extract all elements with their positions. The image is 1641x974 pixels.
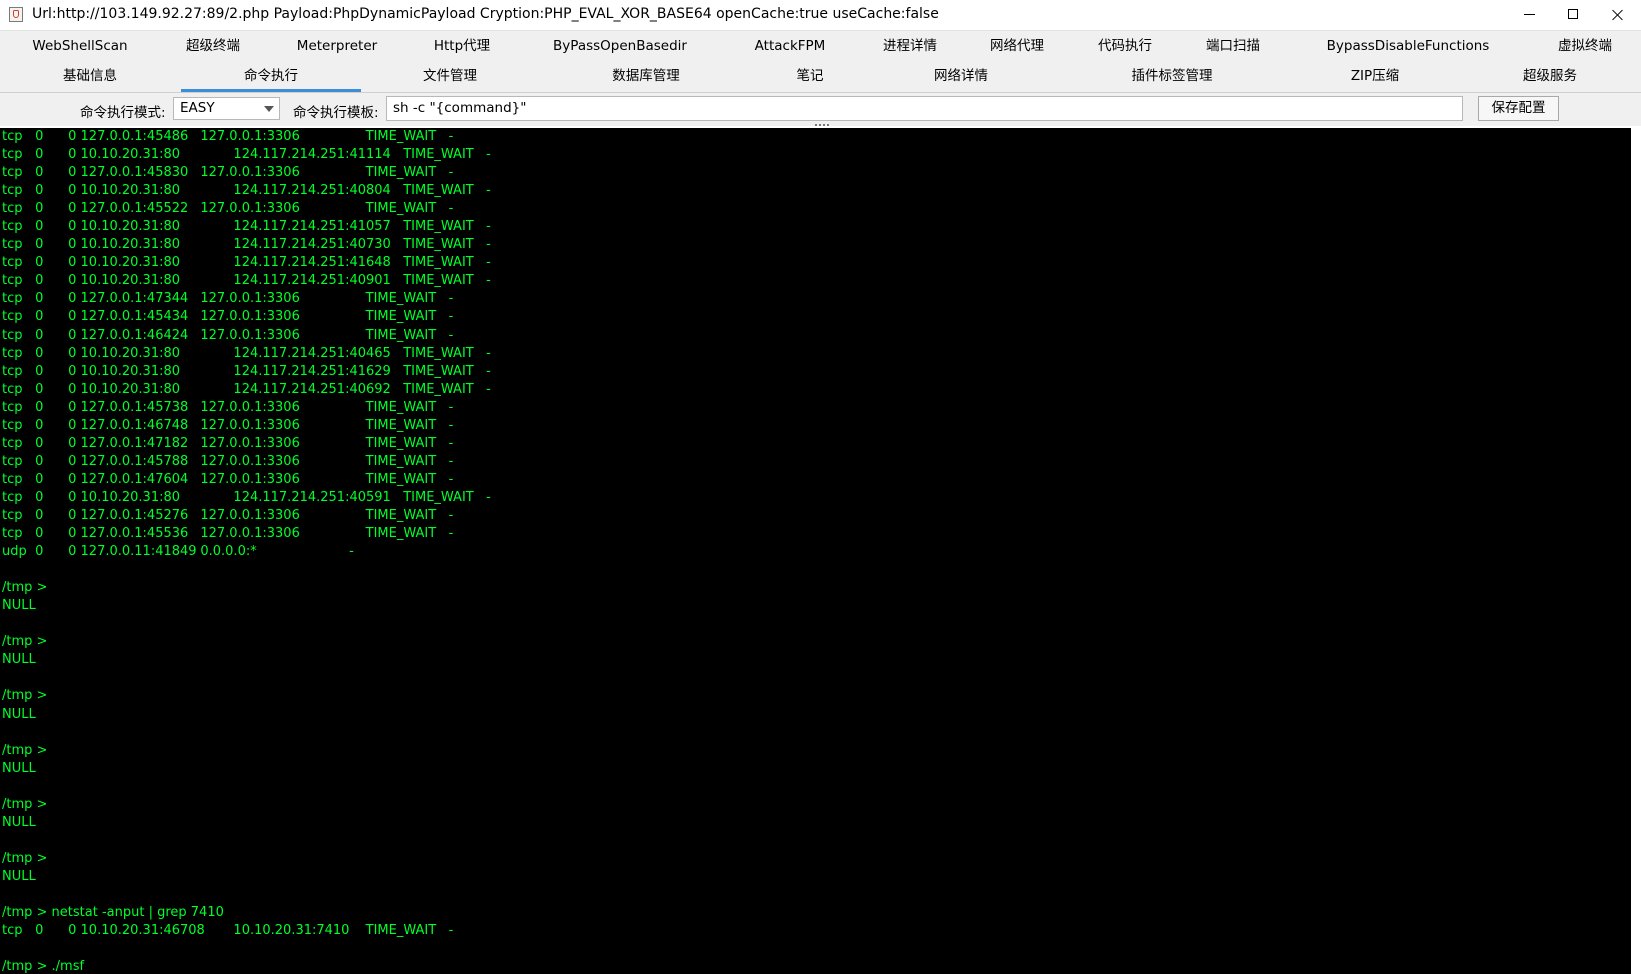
terminal-line: NULL (2, 868, 36, 884)
minimize-icon[interactable] (1508, 0, 1552, 30)
tab-plugin-tag-manager[interactable]: 插件标签管理 (1112, 61, 1232, 92)
tab-bypass-openbasedir[interactable]: ByPassOpenBasedir (545, 31, 695, 62)
tab-file-manager[interactable]: 文件管理 (400, 61, 500, 92)
terminal-line: NULL (2, 760, 36, 776)
terminal-output[interactable]: tcp 0 0 127.0.0.1:45486 127.0.0.1:3306 T… (0, 128, 1631, 974)
terminal-line: /tmp > (2, 688, 48, 704)
terminal-line: /tmp > (2, 580, 48, 596)
terminal-line: NULL (2, 814, 36, 830)
terminal-line: tcp 0 0 127.0.0.1:45434 127.0.0.1:3306 T… (2, 309, 454, 325)
title-bar: Url:http://103.149.92.27:89/2.php Payloa… (0, 0, 1641, 30)
terminal-line: tcp 0 0 10.10.20.31:80 124.117.214.251:4… (2, 273, 491, 289)
terminal-line: tcp 0 0 10.10.20.31:80 124.117.214.251:4… (2, 183, 491, 199)
terminal-line: tcp 0 0 10.10.20.31:80 124.117.214.251:4… (2, 255, 491, 271)
terminal-line: tcp 0 0 10.10.20.31:80 124.117.214.251:4… (2, 363, 491, 379)
tab-super-service[interactable]: 超级服务 (1500, 61, 1600, 92)
terminal-line: tcp 0 0 127.0.0.1:45788 127.0.0.1:3306 T… (2, 453, 454, 469)
command-config-bar: 命令执行模式: EASY 命令执行模板: sh -c "{command}" 保… (0, 93, 1641, 126)
maximize-icon[interactable] (1552, 0, 1596, 30)
exec-mode-label: 命令执行模式: (80, 105, 166, 121)
tab-virtual-terminal[interactable]: 虚拟终端 (1540, 31, 1630, 62)
terminal-line: tcp 0 0 127.0.0.1:46424 127.0.0.1:3306 T… (2, 327, 454, 343)
terminal-line: /tmp > netstat -anput | grep 7410 (2, 905, 224, 921)
terminal-line: tcp 0 0 127.0.0.1:45522 127.0.0.1:3306 T… (2, 201, 454, 217)
terminal-line: tcp 0 0 127.0.0.1:45536 127.0.0.1:3306 T… (2, 526, 454, 542)
window-title: Url:http://103.149.92.27:89/2.php Payloa… (32, 6, 939, 22)
terminal-line: NULL (2, 598, 36, 614)
terminal-line: tcp 0 0 127.0.0.1:45276 127.0.0.1:3306 T… (2, 507, 454, 523)
tab-command-execution[interactable]: 命令执行 (181, 61, 361, 92)
terminal-line: tcp 0 0 10.10.20.31:46708 10.10.20.31:74… (2, 923, 454, 939)
terminal-line: tcp 0 0 127.0.0.1:45738 127.0.0.1:3306 T… (2, 399, 454, 415)
terminal-line: tcp 0 0 127.0.0.1:47604 127.0.0.1:3306 T… (2, 471, 454, 487)
terminal-line: tcp 0 0 127.0.0.1:46748 127.0.0.1:3306 T… (2, 417, 454, 433)
main-tab-row: 基础信息 命令执行 文件管理 数据库管理 笔记 网络详情 插件标签管理 ZIP压… (0, 61, 1641, 93)
tab-network-details[interactable]: 网络详情 (911, 61, 1011, 92)
terminal-scrollbar[interactable] (1631, 128, 1641, 974)
tab-code-execution[interactable]: 代码执行 (1080, 31, 1170, 62)
exec-mode-value: EASY (180, 100, 215, 116)
terminal-line: NULL (2, 706, 36, 722)
tab-notes[interactable]: 笔记 (770, 61, 850, 92)
terminal-line: /tmp > (2, 850, 48, 866)
terminal-line: /tmp > (2, 796, 48, 812)
terminal-line: tcp 0 0 10.10.20.31:80 124.117.214.251:4… (2, 345, 491, 361)
terminal-line: tcp 0 0 127.0.0.1:47344 127.0.0.1:3306 T… (2, 291, 454, 307)
tab-network-proxy[interactable]: 网络代理 (972, 31, 1062, 62)
terminal-line: tcp 0 0 10.10.20.31:80 124.117.214.251:4… (2, 237, 491, 253)
terminal-line: tcp 0 0 127.0.0.1:47182 127.0.0.1:3306 T… (2, 435, 454, 451)
tab-webshellscan[interactable]: WebShellScan (20, 31, 140, 62)
terminal-line: tcp 0 0 10.10.20.31:80 124.117.214.251:4… (2, 489, 491, 505)
chevron-down-icon (264, 106, 274, 112)
save-config-button[interactable]: 保存配置 (1478, 96, 1559, 121)
plugin-tab-row: WebShellScan 超级终端 Meterpreter Http代理 ByP… (0, 30, 1641, 62)
exec-template-label: 命令执行模板: (293, 105, 379, 121)
tab-attackfpm[interactable]: AttackFPM (735, 31, 845, 62)
terminal-line: tcp 0 0 10.10.20.31:80 124.117.214.251:4… (2, 219, 491, 235)
terminal-line: tcp 0 0 10.10.20.31:80 124.117.214.251:4… (2, 381, 491, 397)
terminal-line: /tmp > (2, 742, 48, 758)
tab-super-terminal[interactable]: 超级终端 (163, 31, 263, 62)
terminal-line: /tmp > ./msf (2, 959, 85, 974)
exec-mode-select[interactable]: EASY (173, 97, 280, 120)
terminal-lines: tcp 0 0 127.0.0.1:45486 127.0.0.1:3306 T… (2, 128, 491, 974)
tab-http-proxy[interactable]: Http代理 (410, 31, 514, 62)
exec-template-input[interactable]: sh -c "{command}" (386, 96, 1463, 121)
terminal-line: NULL (2, 652, 36, 668)
tab-basic-info[interactable]: 基础信息 (40, 61, 140, 92)
tab-port-scan[interactable]: 端口扫描 (1188, 31, 1278, 62)
tab-zip-compress[interactable]: ZIP压缩 (1325, 61, 1425, 92)
terminal-line: tcp 0 0 127.0.0.1:45486 127.0.0.1:3306 T… (2, 129, 454, 144)
close-icon[interactable] (1596, 0, 1640, 30)
terminal-line: /tmp > (2, 634, 48, 650)
terminal-line: tcp 0 0 10.10.20.31:80 124.117.214.251:4… (2, 147, 491, 163)
terminal-line: tcp 0 0 127.0.0.1:45830 127.0.0.1:3306 T… (2, 165, 454, 181)
terminal-line: udp 0 0 127.0.0.11:41849 0.0.0.0:* - (2, 544, 354, 560)
tab-database-manager[interactable]: 数据库管理 (596, 61, 696, 92)
tab-process-details[interactable]: 进程详情 (865, 31, 955, 62)
tab-bypass-disable-functions[interactable]: BypassDisableFunctions (1320, 31, 1496, 62)
tab-meterpreter[interactable]: Meterpreter (283, 31, 391, 62)
java-app-icon (9, 7, 23, 22)
